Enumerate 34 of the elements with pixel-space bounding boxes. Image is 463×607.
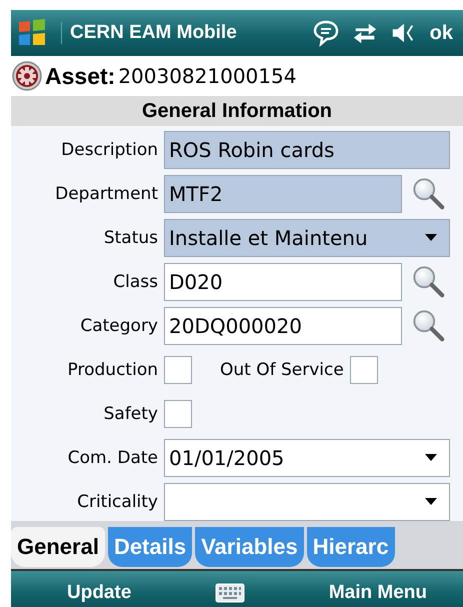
app-title: CERN EAM Mobile xyxy=(61,22,300,44)
gear-icon xyxy=(12,61,42,91)
field-label: Class xyxy=(112,272,159,292)
update-button[interactable]: Update xyxy=(61,581,138,605)
tab[interactable]: General xyxy=(11,527,105,567)
checkbox[interactable] xyxy=(164,400,192,428)
field-label: Safety xyxy=(102,404,159,424)
main-menu-button[interactable]: Main Menu xyxy=(322,581,433,605)
speech-bubble-icon[interactable] xyxy=(312,19,340,47)
caret-icon xyxy=(425,234,437,242)
field-label: Com. Date xyxy=(66,448,159,468)
field-label: Category xyxy=(79,316,159,336)
field-label: Status xyxy=(102,228,159,248)
asset-label: Asset: xyxy=(45,62,116,90)
field-label: Production xyxy=(66,360,159,380)
caret-icon xyxy=(425,498,437,506)
field-label: Criticality xyxy=(76,492,159,512)
ok-button[interactable]: ok xyxy=(428,22,455,44)
text-field[interactable]: ROS Robin cards xyxy=(164,130,450,168)
field-label: Out Of Service xyxy=(220,360,345,380)
field-label: Department xyxy=(54,184,159,204)
dropdown[interactable]: Installe et Maintenu xyxy=(164,218,450,256)
text-field[interactable]: D020 xyxy=(164,262,402,300)
text-field[interactable]: MTF2 xyxy=(164,174,402,212)
asset-number: 20030821000154 xyxy=(118,64,296,88)
section-header: General Information xyxy=(11,96,463,126)
text-field[interactable]: 20DQ000020 xyxy=(164,306,402,344)
checkbox[interactable] xyxy=(164,356,192,384)
dropdown[interactable]: 01/01/2005 xyxy=(164,438,450,476)
checkbox[interactable] xyxy=(350,356,378,384)
keyboard-icon[interactable] xyxy=(215,583,246,603)
caret-icon xyxy=(425,454,437,462)
windows-logo-icon[interactable] xyxy=(17,18,47,48)
field-label: Description xyxy=(60,140,159,160)
